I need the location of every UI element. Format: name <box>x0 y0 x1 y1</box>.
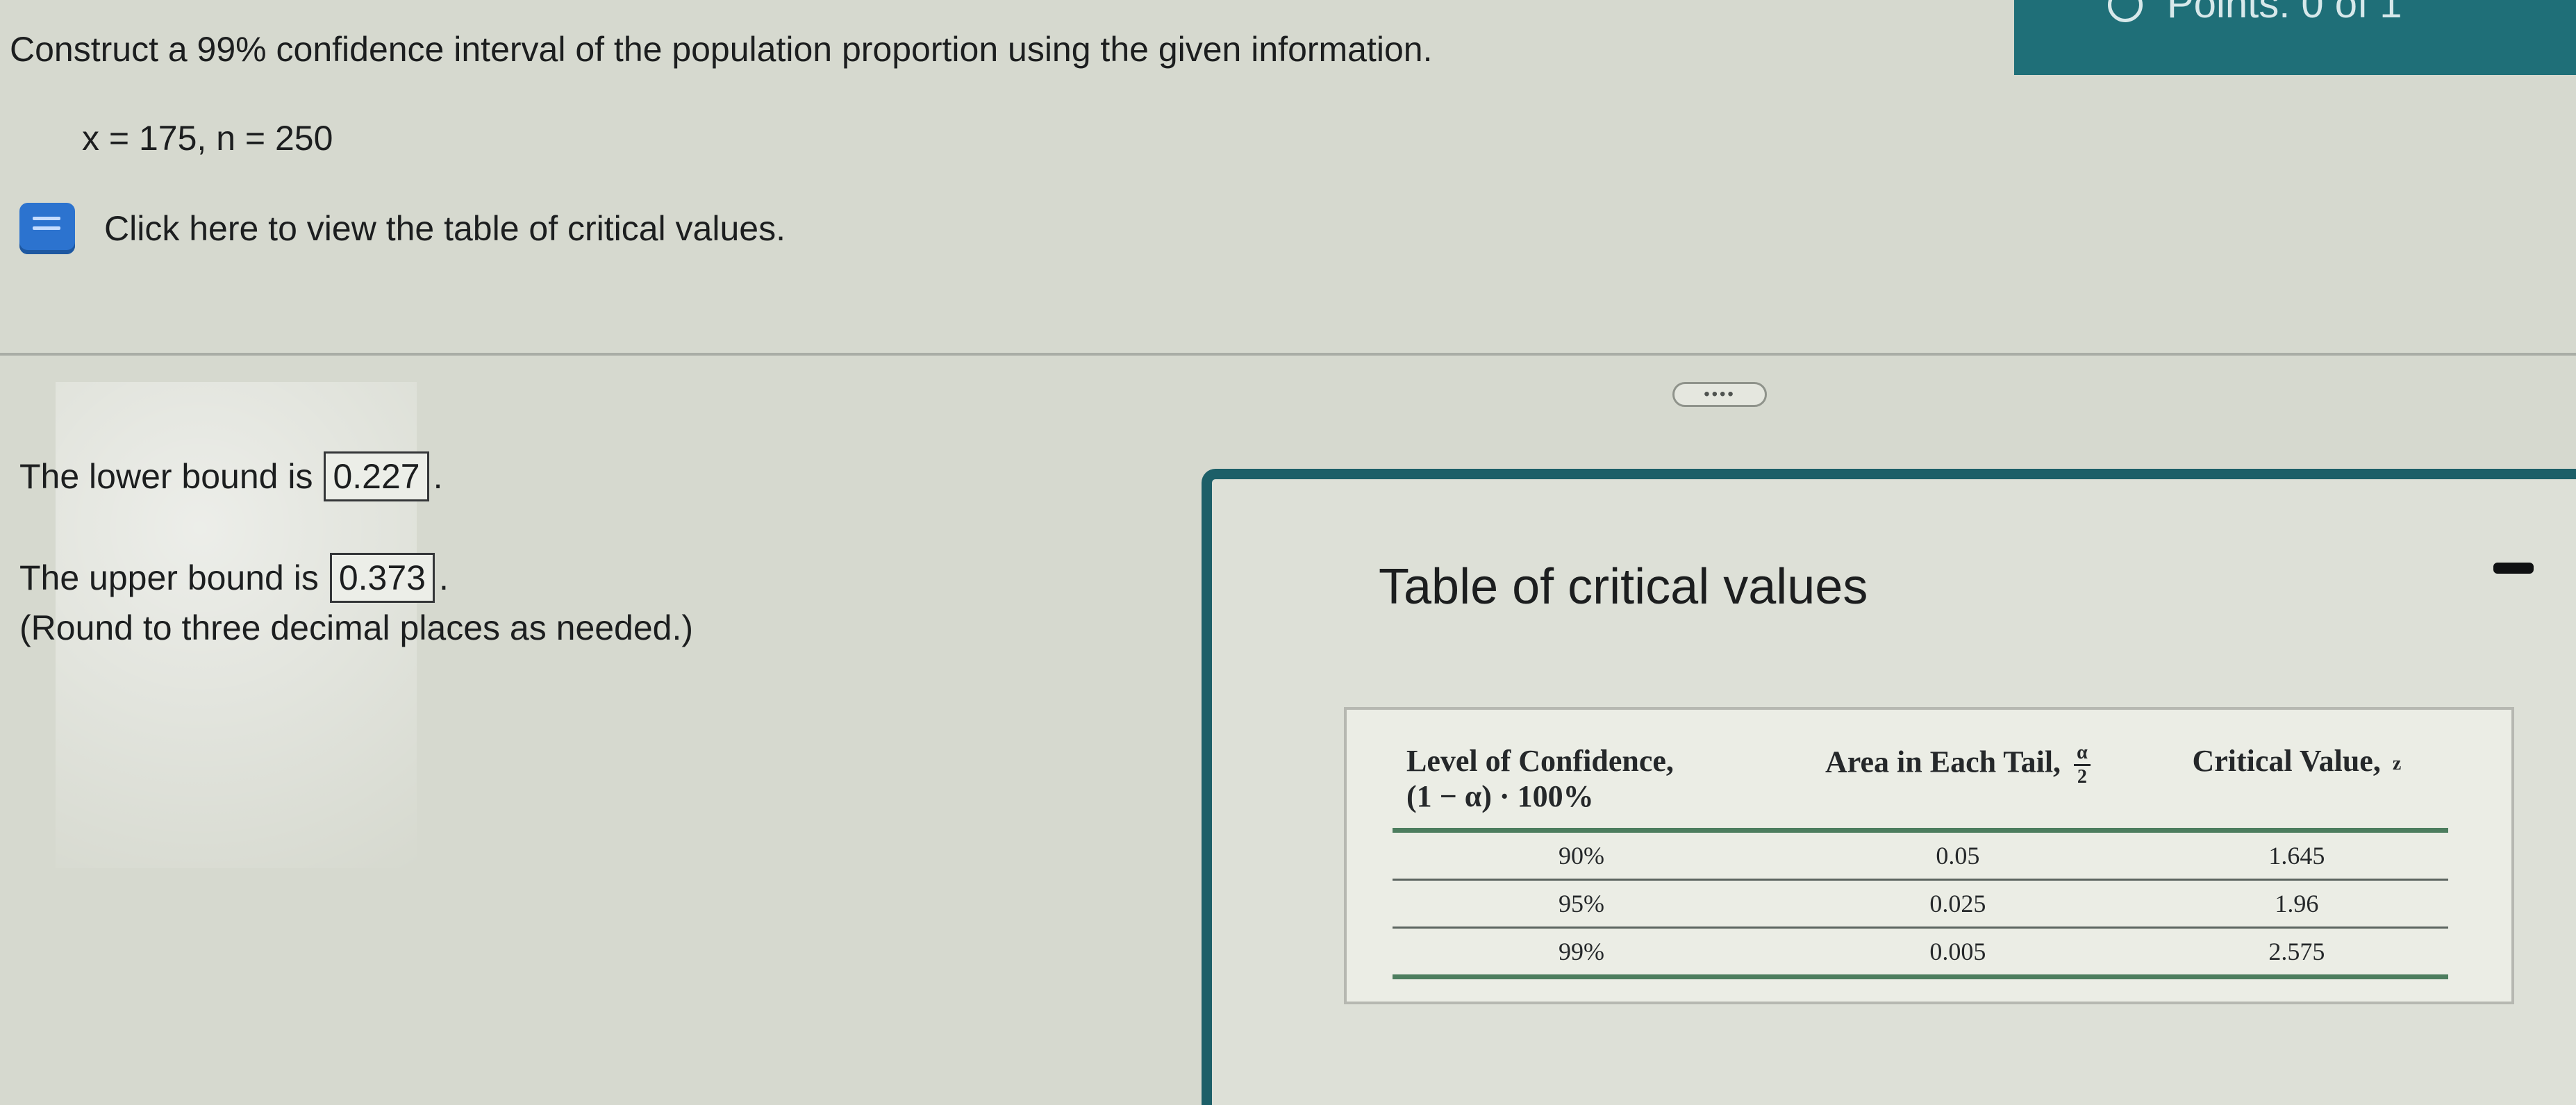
table-cell-area: 0.05 <box>1770 830 2145 881</box>
critical-values-link-row[interactable]: Click here to view the table of critical… <box>19 203 786 254</box>
alpha-over-two-fraction: α 2 <box>2074 743 2091 787</box>
header-level-line1: Level of Confidence, <box>1406 744 1674 778</box>
table-cell-critical: 1.645 <box>2145 830 2448 881</box>
fraction-numerator: α <box>2074 743 2091 766</box>
popup-title: Table of critical values <box>1379 559 1868 615</box>
upper-bound-row: The upper bound is 0.373 . <box>19 553 449 603</box>
minimize-icon[interactable] <box>2493 563 2534 574</box>
table-cell-level: 95% <box>1393 879 1770 929</box>
header-level-of-confidence: Level of Confidence, (1 − α) · 100% <box>1393 736 1770 833</box>
book-icon[interactable] <box>19 203 75 254</box>
critical-values-link[interactable]: Click here to view the table of critical… <box>104 208 786 249</box>
upper-bound-label: The upper bound is <box>19 558 319 597</box>
ellipsis-icon: •••• <box>1704 385 1736 404</box>
table-cell-area: 0.025 <box>1770 879 2145 929</box>
points-indicator: Points: 0 of 1 <box>2167 0 2402 26</box>
header-critical-symbol: z <box>2392 752 2402 774</box>
header-area-in-each-tail: Area in Each Tail, α 2 <box>1770 736 2145 833</box>
table-cell-level: 99% <box>1393 927 1770 979</box>
critical-values-table: Level of Confidence, (1 − α) · 100% Area… <box>1393 736 2448 979</box>
table-cell-critical: 1.96 <box>2145 879 2448 929</box>
lower-bound-input[interactable]: 0.227 <box>324 451 429 501</box>
table-row: 95% 0.025 1.96 <box>1393 879 2448 929</box>
given-values: x = 175, n = 250 <box>82 119 333 158</box>
header-critical-text: Critical Value, <box>2192 744 2381 778</box>
lower-bound-row: The lower bound is 0.227 . <box>19 451 443 501</box>
upper-bound-input[interactable]: 0.373 <box>329 553 435 603</box>
lower-bound-period: . <box>433 457 443 496</box>
header-area-text: Area in Each Tail, <box>1825 745 2061 779</box>
question-prompt: Construct a 99% confidence interval of t… <box>10 30 1433 69</box>
rounding-note: (Round to three decimal places as needed… <box>19 608 694 647</box>
fraction-denominator: 2 <box>2077 766 2087 788</box>
more-options-button[interactable]: •••• <box>1672 382 1767 407</box>
header-level-line2: (1 − α) · 100% <box>1406 779 1594 813</box>
lower-bound-label: The lower bound is <box>19 457 313 496</box>
table-cell-level: 90% <box>1393 830 1770 881</box>
header-critical-value: Critical Value, z <box>2145 736 2448 833</box>
table-row: 90% 0.05 1.645 <box>1393 830 2448 881</box>
table-cell-critical: 2.575 <box>2145 927 2448 979</box>
table-cell-area: 0.005 <box>1770 927 2145 979</box>
table-row: 99% 0.005 2.575 <box>1393 927 2448 979</box>
table-header-row: Level of Confidence, (1 − α) · 100% Area… <box>1393 736 2448 833</box>
section-divider <box>0 353 2576 356</box>
upper-bound-period: . <box>438 558 449 597</box>
